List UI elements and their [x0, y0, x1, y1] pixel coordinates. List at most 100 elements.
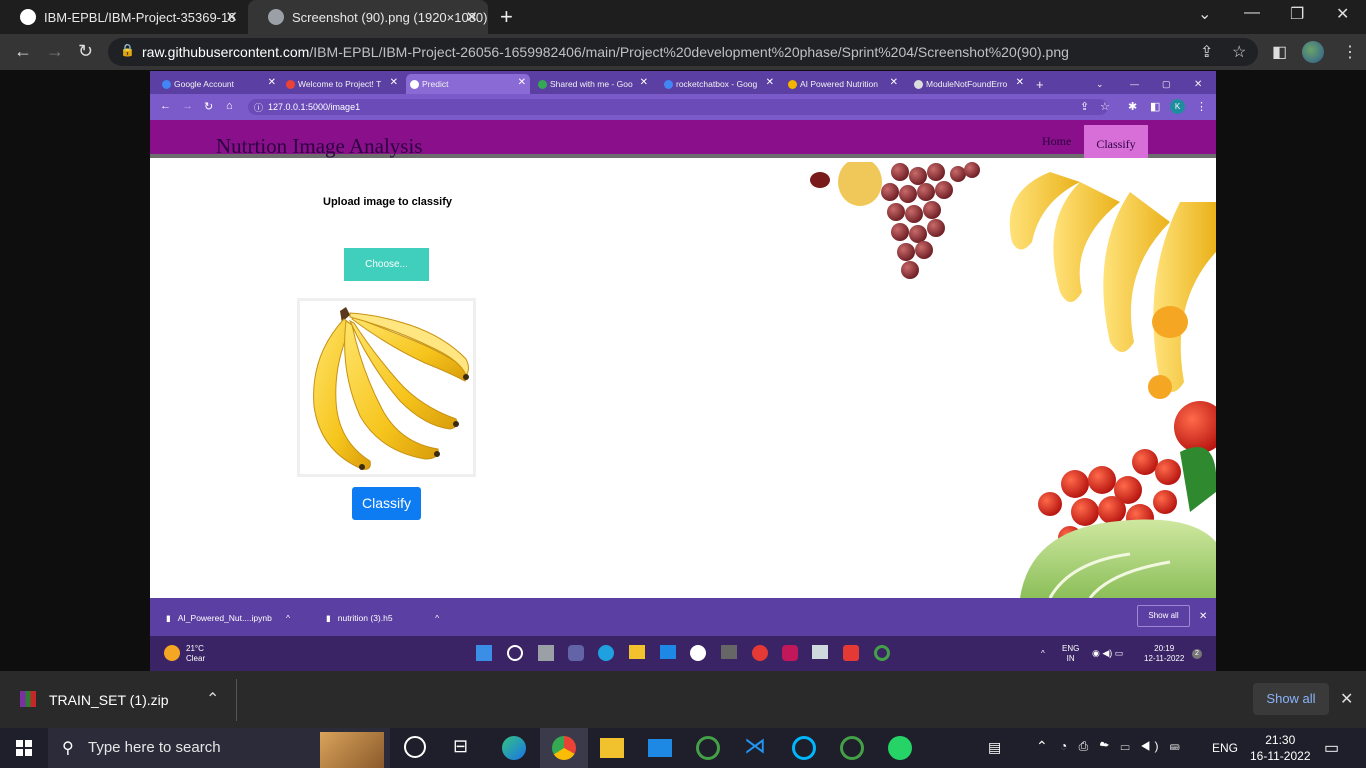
new-tab-button[interactable]: + — [500, 4, 513, 30]
mail-icon[interactable] — [660, 645, 676, 659]
chrome-icon[interactable] — [552, 736, 576, 760]
inner-close-downloads-icon[interactable]: ✕ — [1199, 611, 1207, 622]
download-item[interactable]: ▮ AI_Powered_Nut....ipynb ^ — [166, 613, 290, 624]
cortana-icon[interactable] — [404, 736, 426, 758]
messaging-icon[interactable] — [782, 645, 798, 661]
classify-button[interactable]: Classify — [352, 487, 421, 520]
task-view-icon[interactable] — [538, 645, 554, 661]
chrome-icon[interactable] — [752, 645, 768, 661]
system-tray-icons[interactable]: ◔ ⎙ ☁ ▭ ◀) ⌨ — [1060, 739, 1183, 754]
chat-icon[interactable] — [568, 645, 584, 661]
dell-icon[interactable] — [690, 645, 706, 661]
back-icon[interactable]: ← — [14, 41, 32, 62]
close-tab-icon[interactable]: ✕ — [390, 77, 398, 88]
mail-icon[interactable] — [648, 739, 672, 757]
app-icon[interactable] — [721, 645, 737, 659]
menu-dots-icon[interactable]: ⋮ — [1342, 42, 1358, 62]
side-panel-icon[interactable]: ◧ — [1272, 42, 1287, 62]
lock-icon[interactable]: 🔒 — [120, 43, 135, 57]
inner-show-all-button[interactable]: Show all — [1137, 605, 1190, 627]
notification-badge[interactable]: 2 — [1192, 649, 1202, 659]
inner-tab-active[interactable]: Predict ✕ — [406, 74, 530, 94]
show-all-button[interactable]: Show all — [1253, 683, 1329, 715]
app-icon[interactable] — [812, 645, 828, 659]
close-tab-icon[interactable]: ✕ — [465, 8, 478, 26]
whatsapp-icon[interactable] — [888, 736, 912, 760]
inner-clock[interactable]: 20:19 12-11-2022 — [1144, 644, 1184, 664]
reload-icon[interactable]: ↻ — [78, 41, 93, 62]
app-icon[interactable] — [792, 736, 816, 760]
maximize-button[interactable]: ❐ — [1290, 4, 1304, 24]
news-icon[interactable]: ▤ — [988, 739, 1001, 756]
inner-side-panel-icon[interactable]: ◧ — [1150, 100, 1160, 113]
extensions-icon[interactable]: ✱ — [1128, 100, 1137, 113]
start-icon[interactable] — [476, 645, 492, 661]
close-tab-icon[interactable]: ✕ — [225, 8, 238, 26]
bookmark-star-icon[interactable]: ☆ — [1232, 42, 1246, 62]
inner-tab-search-icon[interactable]: ⌄ — [1096, 74, 1104, 94]
inner-menu-icon[interactable]: ⋮ — [1196, 100, 1207, 113]
app-icon[interactable] — [843, 645, 859, 661]
chevron-up-icon[interactable]: ⌃ — [206, 689, 219, 709]
outer-tab-github[interactable]: IBM-EPBL/IBM-Project-35369-16 ✕ — [0, 0, 248, 34]
minimize-button[interactable]: — — [1244, 4, 1260, 22]
choose-file-button[interactable]: Choose... — [344, 248, 429, 281]
close-tab-icon[interactable]: ✕ — [640, 77, 648, 88]
outer-tab-screenshot[interactable]: Screenshot (90).png (1920×1080) ✕ — [248, 0, 488, 34]
app-icon[interactable] — [840, 736, 864, 760]
network-volume-battery-icons[interactable]: ◉ ◀) ▭ — [1092, 648, 1123, 658]
tab-search-icon[interactable]: ⌄ — [1198, 4, 1211, 24]
download-file-name[interactable]: TRAIN_SET (1).zip — [49, 692, 169, 708]
close-tab-icon[interactable]: ✕ — [268, 77, 276, 88]
download-item[interactable]: ▮ nutrition (3).h5 ^ — [326, 613, 439, 624]
inner-new-tab-button[interactable]: + — [1032, 74, 1052, 94]
inner-back-icon[interactable]: ← — [160, 100, 171, 112]
close-tab-icon[interactable]: ✕ — [1016, 77, 1024, 88]
inner-tab[interactable]: Welcome to Project! T ✕ — [282, 74, 402, 94]
close-downloads-icon[interactable]: ✕ — [1340, 689, 1353, 709]
weather-widget[interactable]: 21°C Clear — [186, 644, 205, 664]
inner-minimize-button[interactable]: — — [1130, 74, 1139, 94]
task-view-icon[interactable]: ⊟ — [453, 736, 477, 760]
close-tab-icon[interactable]: ✕ — [518, 77, 526, 88]
language-indicator[interactable]: ENG — [1212, 741, 1238, 755]
clock[interactable]: 21:30 16-11-2022 — [1250, 732, 1311, 764]
close-tab-icon[interactable]: ✕ — [766, 77, 774, 88]
inner-tab[interactable]: Shared with me - Goo ✕ — [534, 74, 652, 94]
inner-tab[interactable]: rocketchatbox - Goog ✕ — [660, 74, 778, 94]
nav-home-link[interactable]: Home — [1042, 134, 1071, 149]
tray-overflow-icon[interactable]: ⌃ — [1036, 738, 1048, 755]
forward-icon[interactable]: → — [46, 41, 64, 62]
outer-address-bar[interactable]: raw.githubusercontent.com/IBM-EPBL/IBM-P… — [108, 38, 1258, 66]
inner-tab[interactable]: ModuleNotFoundErro ✕ — [910, 74, 1028, 94]
app-icon[interactable] — [874, 645, 890, 661]
edge-icon[interactable] — [502, 736, 526, 760]
inner-share-icon[interactable]: ⇪ — [1080, 100, 1089, 113]
inner-profile-avatar[interactable]: K — [1170, 99, 1185, 114]
search-icon[interactable] — [507, 645, 523, 661]
inner-reload-icon[interactable]: ↻ — [204, 100, 213, 113]
inner-tab[interactable]: Google Account ✕ — [158, 74, 280, 94]
vscode-icon[interactable]: ⋊ — [744, 733, 768, 758]
inner-restore-button[interactable]: ▢ — [1162, 74, 1171, 94]
inner-address-bar[interactable]: 127.0.0.1:5000/image1 — [248, 99, 1108, 115]
inner-tab[interactable]: AI Powered Nutrition ✕ — [784, 74, 902, 94]
inner-language-indicator[interactable]: ENG IN — [1062, 644, 1079, 664]
windows-start-icon[interactable] — [16, 740, 32, 756]
close-window-button[interactable]: ✕ — [1336, 4, 1349, 24]
app-icon[interactable] — [696, 736, 720, 760]
tray-overflow-icon[interactable]: ^ — [1041, 649, 1045, 659]
notification-icon[interactable]: ▭ — [1324, 738, 1339, 758]
inner-forward-icon[interactable]: → — [182, 100, 193, 112]
inner-home-icon[interactable]: ⌂ — [226, 100, 233, 112]
inner-star-icon[interactable]: ☆ — [1100, 100, 1110, 113]
share-icon[interactable]: ⇪ — [1200, 42, 1213, 62]
file-explorer-icon[interactable] — [629, 645, 645, 659]
edge-icon[interactable] — [598, 645, 614, 661]
close-tab-icon[interactable]: ✕ — [890, 77, 898, 88]
inner-close-window-button[interactable]: ✕ — [1194, 74, 1202, 94]
info-icon[interactable]: ⓘ — [254, 101, 263, 114]
profile-avatar[interactable] — [1302, 41, 1324, 63]
file-explorer-icon[interactable] — [600, 738, 624, 758]
nav-classify-link[interactable]: Classify — [1084, 125, 1148, 158]
